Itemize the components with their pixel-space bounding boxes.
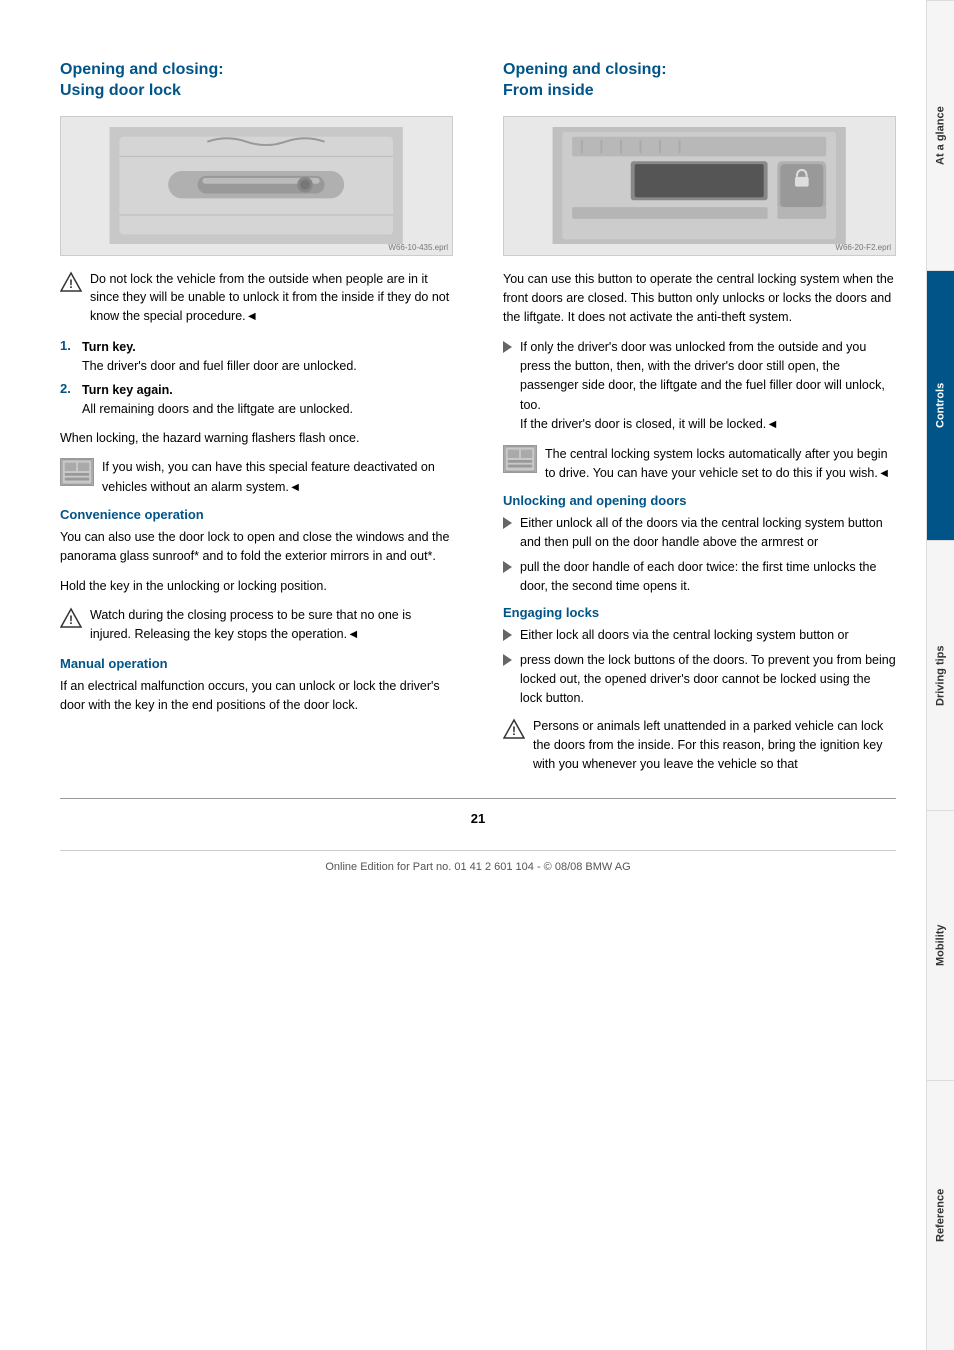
tab-controls[interactable]: Controls <box>927 270 954 540</box>
note-text-2: The central locking system locks automat… <box>545 445 896 484</box>
tab-reference[interactable]: Reference <box>927 1080 954 1350</box>
unlocking-bullet-text-2: pull the door handle of each door twice:… <box>520 558 896 596</box>
steps-list: 1. Turn key. The driver's door and fuel … <box>60 338 453 419</box>
unlocking-title: Unlocking and opening doors <box>503 493 896 508</box>
warning-icon-1: ! <box>60 271 82 293</box>
image-watermark-left: W66-10-435.eprl <box>388 243 448 252</box>
step-1-title: Turn key. <box>82 338 357 357</box>
body-text-1: When locking, the hazard warning flasher… <box>60 429 453 448</box>
warning-block-2: ! Watch during the closing process to be… <box>60 606 453 644</box>
unlocking-bullet-text-1: Either unlock all of the doors via the c… <box>520 514 896 552</box>
unlocking-bullet-1: Either unlock all of the doors via the c… <box>503 514 896 552</box>
engaging-bullet-1: Either lock all doors via the central lo… <box>503 626 896 645</box>
step-2-detail: All remaining doors and the liftgate are… <box>82 400 353 419</box>
warning-text-3: Persons or animals left unattended in a … <box>533 717 896 773</box>
feature-icon-block: If you wish, you can have this special f… <box>60 458 453 497</box>
engaging-bullet-text-1: Either lock all doors via the central lo… <box>520 626 849 645</box>
note-feature-icon-2 <box>503 445 537 473</box>
manual-text: If an electrical malfunction occurs, you… <box>60 677 453 716</box>
bullet-arrow-1 <box>503 517 512 529</box>
intro-text: You can use this button to operate the c… <box>503 270 896 328</box>
door-handle-image: W66-10-435.eprl <box>60 116 453 256</box>
main-content: Opening and closing: Using door lock <box>0 0 926 1350</box>
interior-panel-image: W66-20-F2.eprl <box>503 116 896 256</box>
note-text-1: If only the driver's door was unlocked f… <box>520 338 896 435</box>
note-block-1: If only the driver's door was unlocked f… <box>503 338 896 435</box>
unlocking-bullet-2: pull the door handle of each door twice:… <box>503 558 896 596</box>
warning-block-1: ! Do not lock the vehicle from the outsi… <box>60 270 453 326</box>
feature-icon-text: If you wish, you can have this special f… <box>102 458 453 497</box>
left-column: Opening and closing: Using door lock <box>60 60 463 786</box>
svg-text:!: ! <box>69 613 73 627</box>
tab-driving-tips[interactable]: Driving tips <box>927 540 954 810</box>
page-number: 21 <box>60 811 896 826</box>
engaging-bullets: Either lock all doors via the central lo… <box>503 626 896 707</box>
tab-at-a-glance[interactable]: At a glance <box>927 0 954 270</box>
svg-text:!: ! <box>69 277 73 291</box>
manual-title: Manual operation <box>60 656 453 671</box>
right-column: Opening and closing: From inside <box>493 60 896 786</box>
svg-text:!: ! <box>512 724 516 738</box>
unlocking-bullets: Either unlock all of the doors via the c… <box>503 514 896 595</box>
bullet-arrow-2 <box>503 561 512 573</box>
step-1-num: 1. <box>60 338 76 376</box>
hold-text: Hold the key in the unlocking or locking… <box>60 577 453 596</box>
sidebar-tabs: At a glance Controls Driving tips Mobili… <box>926 0 954 1350</box>
step-2-num: 2. <box>60 381 76 419</box>
step-1-content: Turn key. The driver's door and fuel fil… <box>82 338 357 376</box>
left-section-title: Opening and closing: Using door lock <box>60 60 453 102</box>
warning-text-2: Watch during the closing process to be s… <box>90 606 453 644</box>
convenience-text: You can also use the door lock to open a… <box>60 528 453 567</box>
step-2-content: Turn key again. All remaining doors and … <box>82 381 353 419</box>
right-section-title: Opening and closing: From inside <box>503 60 896 102</box>
engaging-title: Engaging locks <box>503 605 896 620</box>
tab-mobility[interactable]: Mobility <box>927 810 954 1080</box>
image-watermark-right: W66-20-F2.eprl <box>835 243 891 252</box>
warning-block-3: ! Persons or animals left unattended in … <box>503 717 896 773</box>
engaging-bullet-2: press down the lock buttons of the doors… <box>503 651 896 707</box>
engaging-bullet-text-2: press down the lock buttons of the doors… <box>520 651 896 707</box>
warning-text-1: Do not lock the vehicle from the outside… <box>90 270 453 326</box>
warning-icon-2: ! <box>60 607 82 629</box>
bullet-arrow-4 <box>503 654 512 666</box>
note-arrow-1 <box>503 341 512 353</box>
convenience-title: Convenience operation <box>60 507 453 522</box>
note-icon-block-2: The central locking system locks automat… <box>503 445 896 484</box>
page-container: Opening and closing: Using door lock <box>0 0 954 1350</box>
step-1-detail: The driver's door and fuel filler door a… <box>82 357 357 376</box>
warning-icon-3: ! <box>503 718 525 740</box>
footer-divider <box>60 798 896 799</box>
feature-icon <box>60 458 94 486</box>
page-footer: Online Edition for Part no. 01 41 2 601 … <box>60 850 896 873</box>
two-column-layout: Opening and closing: Using door lock <box>60 60 896 786</box>
bullet-arrow-3 <box>503 629 512 641</box>
step-2: 2. Turn key again. All remaining doors a… <box>60 381 453 419</box>
step-1: 1. Turn key. The driver's door and fuel … <box>60 338 453 376</box>
step-2-title: Turn key again. <box>82 381 353 400</box>
